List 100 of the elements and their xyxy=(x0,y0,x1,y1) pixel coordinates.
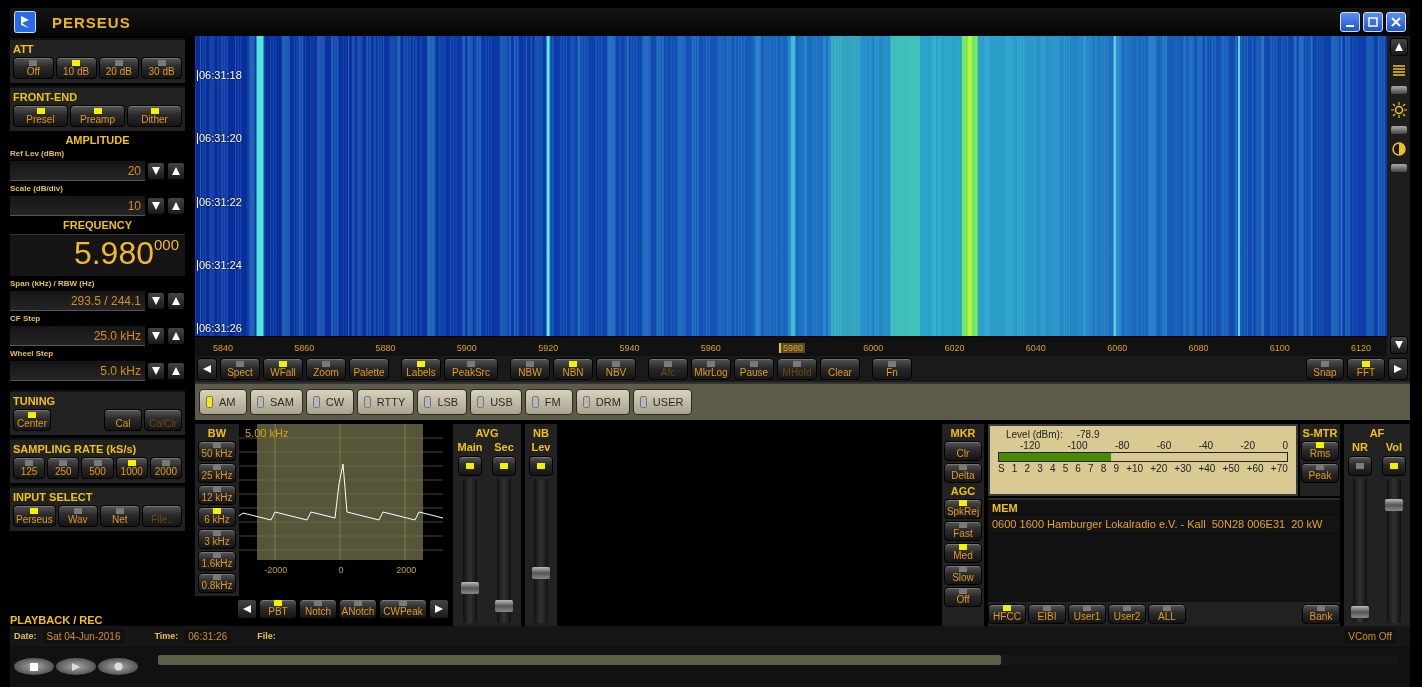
mode-button[interactable]: USB xyxy=(470,389,522,415)
agc-button[interactable]: Med xyxy=(944,543,982,563)
bank-button[interactable]: Bank xyxy=(1302,604,1340,624)
increase-button[interactable] xyxy=(167,162,185,180)
agc-button[interactable]: SpkRej xyxy=(944,499,982,519)
scroll-right-button[interactable] xyxy=(1388,358,1408,380)
input-button[interactable]: Perseus xyxy=(13,505,56,527)
increase-button[interactable] xyxy=(167,362,185,380)
slider-thumb[interactable] xyxy=(1390,164,1407,172)
toolbar-button[interactable]: NBN xyxy=(553,358,593,380)
value-field[interactable]: 293.5 / 244.1 xyxy=(10,291,145,311)
toolbar-button[interactable]: NBW xyxy=(510,358,550,380)
sampling-rate-button[interactable]: 125 xyxy=(13,457,46,479)
agc-button[interactable]: Fast xyxy=(944,521,982,541)
toolbar-button[interactable]: FFT xyxy=(1347,358,1385,380)
meter-mode-button[interactable]: Rms xyxy=(1301,441,1339,461)
decrease-button[interactable] xyxy=(147,292,165,310)
slider-thumb[interactable] xyxy=(461,581,479,594)
toolbar-button[interactable]: WFall xyxy=(263,358,303,380)
memory-list-button[interactable]: EIBI xyxy=(1028,604,1066,624)
mode-button[interactable]: RTTY xyxy=(356,389,415,415)
memory-list-button[interactable]: HFCC xyxy=(988,604,1026,624)
mode-button[interactable]: DRM xyxy=(575,389,630,415)
toolbar-button[interactable]: NBV xyxy=(596,358,636,380)
attenuator-button[interactable]: Off xyxy=(13,57,54,79)
filter-button[interactable]: CWPeak xyxy=(379,599,427,619)
filter-button[interactable]: ANotch xyxy=(339,599,377,619)
increase-button[interactable] xyxy=(167,327,185,345)
filter-button[interactable]: Notch xyxy=(299,599,337,619)
toolbar-button[interactable]: Fn xyxy=(872,358,912,380)
minimize-button[interactable] xyxy=(1340,12,1360,32)
memory-list-button[interactable]: ALL xyxy=(1148,604,1186,624)
bandwidth-button[interactable]: 3 kHz xyxy=(198,529,236,549)
increase-button[interactable] xyxy=(167,197,185,215)
sampling-rate-button[interactable]: 1000 xyxy=(115,457,148,479)
attenuator-button[interactable]: 10 dB xyxy=(55,57,97,79)
front-end-button[interactable]: Preamp xyxy=(70,105,125,127)
stop-button[interactable] xyxy=(14,658,54,675)
record-button[interactable] xyxy=(98,658,138,675)
meter-mode-button[interactable]: Peak xyxy=(1301,463,1339,483)
toolbar-button[interactable]: Palette xyxy=(349,358,389,380)
sampling-rate-button[interactable]: 250 xyxy=(47,457,80,479)
maximize-button[interactable] xyxy=(1363,12,1383,32)
toggle-button[interactable] xyxy=(492,456,516,476)
memory-list-button[interactable]: User1 xyxy=(1068,604,1106,624)
slider-thumb[interactable] xyxy=(1390,126,1407,134)
close-button[interactable] xyxy=(1386,12,1406,32)
mode-button[interactable]: FM xyxy=(524,389,573,415)
scroll-down-button[interactable] xyxy=(1389,336,1408,354)
decrease-button[interactable] xyxy=(147,162,165,180)
attenuator-button[interactable]: 20 dB xyxy=(98,57,140,79)
slider-thumb[interactable] xyxy=(532,567,550,580)
marker-button[interactable]: Clr xyxy=(944,441,982,461)
mode-button[interactable]: LSB xyxy=(417,389,468,415)
scroll-left-button[interactable] xyxy=(197,358,217,380)
toolbar-button[interactable]: MkrLog xyxy=(691,358,731,380)
value-field[interactable]: 5.0 kHz xyxy=(10,361,145,381)
decrease-button[interactable] xyxy=(147,327,165,345)
mode-button[interactable]: USER xyxy=(632,389,693,415)
agc-button[interactable]: Off xyxy=(944,587,982,607)
toolbar-button[interactable]: Pause xyxy=(734,358,774,380)
toggle-button[interactable] xyxy=(1348,456,1372,476)
scroll-left-button[interactable] xyxy=(237,599,257,619)
increase-button[interactable] xyxy=(167,292,185,310)
memory-list-button[interactable]: User2 xyxy=(1108,604,1146,624)
value-field[interactable]: 25.0 kHz xyxy=(10,326,145,346)
decrease-button[interactable] xyxy=(147,197,165,215)
input-button[interactable]: Net xyxy=(99,505,140,527)
filter-button[interactable]: PBT xyxy=(259,599,297,619)
bandwidth-button[interactable]: 50 kHz xyxy=(198,441,236,461)
value-field[interactable]: 10 xyxy=(10,196,145,216)
slider-thumb[interactable] xyxy=(495,600,513,613)
front-end-button[interactable]: Presel xyxy=(13,105,68,127)
mode-button[interactable]: SAM xyxy=(250,389,303,415)
sampling-rate-button[interactable]: 2000 xyxy=(149,457,182,479)
slider-thumb[interactable] xyxy=(1390,86,1407,94)
bandwidth-button[interactable]: 12 kHz xyxy=(198,485,236,505)
play-button[interactable] xyxy=(56,658,96,675)
bandwidth-button[interactable]: 0.8kHz xyxy=(198,573,236,593)
playback-position-track[interactable] xyxy=(158,654,1398,665)
marker-button[interactable]: Delta xyxy=(944,463,982,483)
toggle-button[interactable] xyxy=(529,456,553,476)
toolbar-button[interactable]: Spect xyxy=(220,358,260,380)
sampling-rate-button[interactable]: 500 xyxy=(81,457,114,479)
attenuator-button[interactable]: 30 dB xyxy=(141,57,182,79)
bandwidth-button[interactable]: 1.6kHz xyxy=(198,551,236,571)
toolbar-button[interactable]: Zoom xyxy=(306,358,346,380)
agc-button[interactable]: Slow xyxy=(944,565,982,585)
scroll-up-button[interactable] xyxy=(1389,38,1408,56)
mode-button[interactable]: AM xyxy=(199,389,247,415)
scroll-right-button[interactable] xyxy=(429,599,449,619)
tuning-button[interactable]: Cal xyxy=(104,409,142,431)
mode-button[interactable]: CW xyxy=(305,389,354,415)
toolbar-button[interactable]: Clear xyxy=(820,358,860,380)
value-field[interactable]: 20 xyxy=(10,161,145,181)
toggle-button[interactable] xyxy=(1382,456,1406,476)
front-end-button[interactable]: Dither xyxy=(127,105,182,127)
input-button[interactable]: Wav xyxy=(57,505,98,527)
slider-thumb[interactable] xyxy=(1351,605,1369,618)
toolbar-button[interactable]: Labels xyxy=(401,358,441,380)
